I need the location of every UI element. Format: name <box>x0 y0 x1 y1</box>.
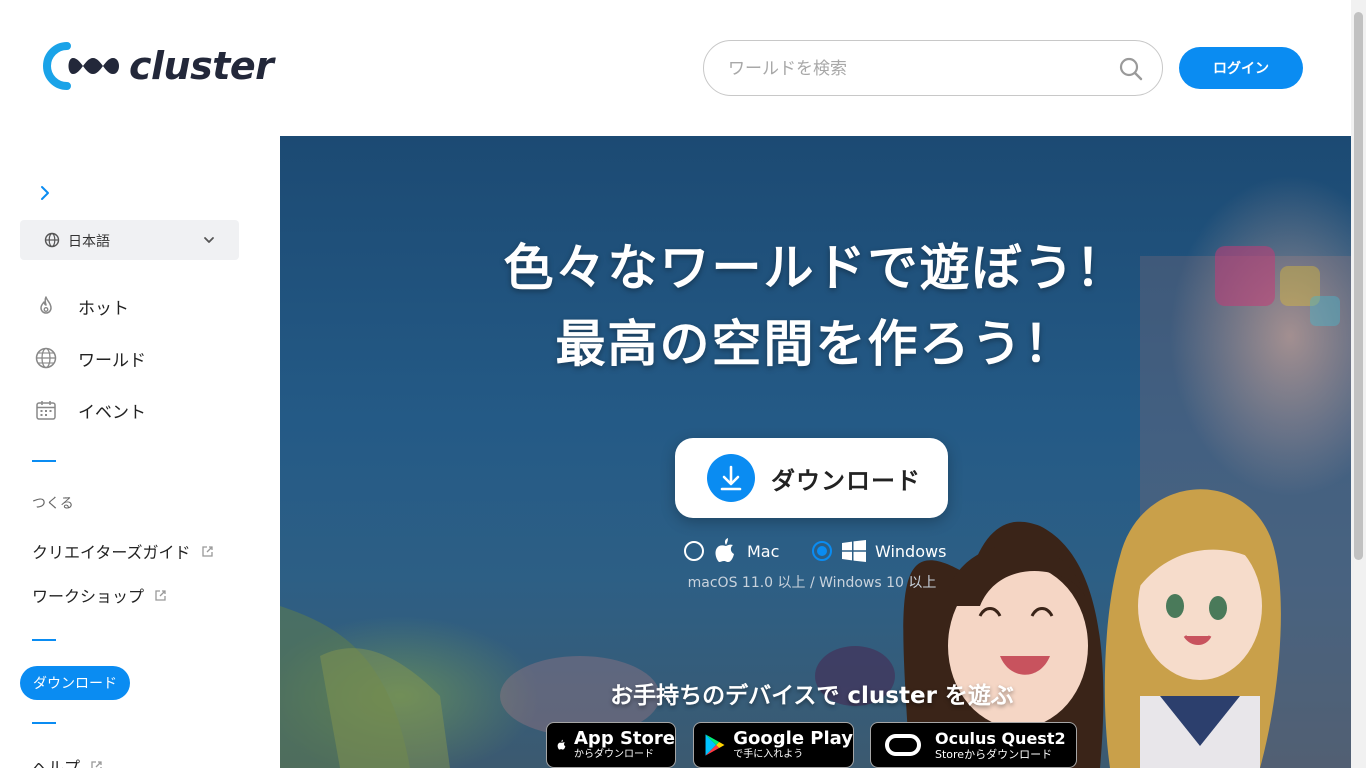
language-selector[interactable]: 日本語 <box>20 220 239 260</box>
link-label: クリエイターズガイド <box>32 543 191 562</box>
logo-text: cluster <box>129 44 274 88</box>
download-icon <box>720 465 742 491</box>
external-link-icon <box>155 589 166 601</box>
google-play-icon <box>705 734 725 756</box>
sidebar: 日本語 ホット ワールド イベント つくる クリエイターズガイド ワークショップ… <box>0 136 280 768</box>
sidebar-item-label: ホット <box>78 298 129 319</box>
app-store-sub: からダウンロード <box>574 749 654 760</box>
os-option-windows[interactable]: Windows <box>812 540 946 562</box>
os-requirements: macOS 11.0 以上 / Windows 10 以上 <box>687 575 937 591</box>
download-button[interactable]: ダウンロード <box>675 438 948 518</box>
hero-section: 色々なワールドで遊ぼう！ 最高の空間を作ろう！ ダウンロード Mac Windo… <box>280 136 1351 768</box>
sidebar-item-event[interactable]: イベント <box>34 396 146 424</box>
creators-guide-link[interactable]: クリエイターズガイド <box>32 539 214 563</box>
os-option-mac[interactable]: Mac <box>684 538 780 562</box>
flame-icon <box>40 296 52 314</box>
language-label: 日本語 <box>68 234 110 250</box>
page-scrollbar[interactable] <box>1351 0 1366 768</box>
section-divider <box>32 639 56 641</box>
cluster-logo[interactable]: cluster <box>43 42 274 90</box>
cluster-logo-icon <box>43 42 119 90</box>
mac-label: Mac <box>747 541 780 561</box>
scrollbar-thumb[interactable] <box>1354 12 1363 560</box>
section-divider <box>32 722 56 724</box>
external-link-icon <box>91 760 102 768</box>
globe-icon <box>44 232 60 248</box>
google-play-badge[interactable]: Google Play で手に入れよう <box>693 722 854 768</box>
world-search[interactable] <box>703 40 1163 96</box>
windows-label: Windows <box>875 541 947 561</box>
apple-icon <box>557 739 566 750</box>
oculus-icon <box>885 734 921 756</box>
sidebar-item-hot[interactable]: ホット <box>34 292 129 320</box>
sidebar-download-button[interactable]: ダウンロード <box>20 666 130 700</box>
google-play-sub: で手に入れよう <box>733 749 804 760</box>
mac-radio[interactable] <box>684 541 704 561</box>
globe-icon <box>35 347 57 369</box>
external-link-icon <box>201 545 213 557</box>
oculus-sub: Storeからダウンロード <box>935 748 1053 761</box>
download-button-label: ダウンロード <box>771 467 921 495</box>
search-icon[interactable] <box>1118 56 1144 82</box>
windows-icon <box>842 540 866 562</box>
chevron-right-icon[interactable] <box>34 182 56 204</box>
link-label: ワークショップ <box>32 587 145 606</box>
hero-title-line-1: 色々なワールドで遊ぼう！ <box>503 239 1128 297</box>
oculus-main: Oculus Quest2 <box>935 729 1066 748</box>
app-store-main: App Store <box>574 728 675 749</box>
calendar-icon <box>36 401 56 420</box>
create-section-label: つくる <box>32 496 74 512</box>
sidebar-item-label: イベント <box>78 402 146 423</box>
login-button[interactable]: ログイン <box>1179 47 1303 89</box>
section-divider <box>32 460 56 462</box>
apple-icon <box>715 538 734 562</box>
workshop-link[interactable]: ワークショップ <box>32 583 167 607</box>
sidebar-item-world[interactable]: ワールド <box>34 344 146 372</box>
devices-title: お手持ちのデバイスで cluster を遊ぶ <box>610 683 1014 709</box>
chevron-down-icon <box>204 237 214 243</box>
site-header: cluster ログイン <box>0 0 1351 136</box>
download-icon-circle <box>707 454 755 502</box>
hero-title-line-2: 最高の空間を作ろう！ <box>555 315 1076 373</box>
search-input[interactable] <box>728 55 1118 83</box>
sidebar-item-label: ワールド <box>78 350 146 371</box>
app-store-badge[interactable]: App Store からダウンロード <box>546 722 676 768</box>
windows-radio[interactable] <box>812 541 832 561</box>
link-label: ヘルプ <box>32 758 81 768</box>
help-link[interactable]: ヘルプ <box>32 754 103 768</box>
google-play-main: Google Play <box>733 728 853 749</box>
oculus-store-badge[interactable]: Oculus Quest2 Storeからダウンロード <box>870 722 1077 768</box>
